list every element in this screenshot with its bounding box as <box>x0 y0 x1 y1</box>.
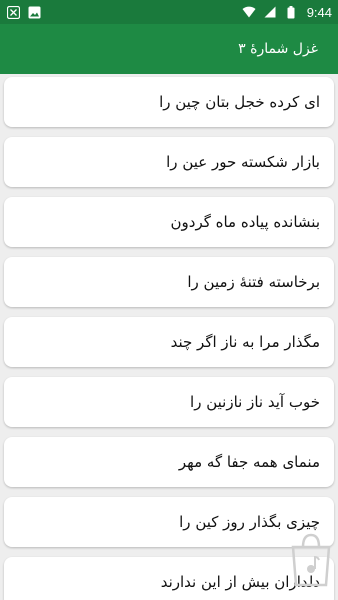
list-item-text: بنشانده پیاده ماه گردون <box>170 213 321 231</box>
signal-icon <box>263 5 277 19</box>
list-item[interactable]: بازار شکسته حور عین را <box>4 137 334 187</box>
list-item[interactable]: چیزی بگذار روز کین را <box>4 497 334 547</box>
wifi-icon <box>242 5 256 19</box>
status-bar-left <box>6 5 41 19</box>
list-item-text: برخاسته فتنهٔ زمین را <box>187 273 320 291</box>
battery-icon <box>284 5 298 19</box>
status-time: 9:44 <box>306 4 332 20</box>
list-item-text: خوب آید ناز نازنین را <box>190 393 320 411</box>
list-item-text: منمای همه جفا گه مهر <box>178 453 320 471</box>
image-icon <box>27 5 41 19</box>
list-item[interactable]: برخاسته فتنهٔ زمین را <box>4 257 334 307</box>
list-item[interactable]: خوب آید ناز نازنین را <box>4 377 334 427</box>
status-bar-right: 9:44 <box>242 5 332 20</box>
list-item[interactable]: دلداران بیش از این ندارند <box>4 557 334 600</box>
notification-icon <box>6 5 20 19</box>
list-item-text: ای کرده خجل بتان چین را <box>159 93 320 111</box>
list-item[interactable]: منمای همه جفا گه مهر <box>4 437 334 487</box>
list-item-text: بازار شکسته حور عین را <box>166 153 320 171</box>
list-item-text: مگذار مرا به ناز اگر چند <box>170 333 320 351</box>
store-logo-icon <box>287 527 335 587</box>
verse-list[interactable]: ای کرده خجل بتان چین را بازار شکسته حور … <box>0 74 338 600</box>
list-item[interactable]: بنشانده پیاده ماه گردون <box>4 197 334 247</box>
list-item[interactable]: ای کرده خجل بتان چین را <box>4 77 334 127</box>
app-bar: غزل شمارهٔ ۳ <box>0 24 338 74</box>
list-item[interactable]: مگذار مرا به ناز اگر چند <box>4 317 334 367</box>
page-title: غزل شمارهٔ ۳ <box>238 41 318 57</box>
status-bar: 9:44 <box>0 0 338 24</box>
